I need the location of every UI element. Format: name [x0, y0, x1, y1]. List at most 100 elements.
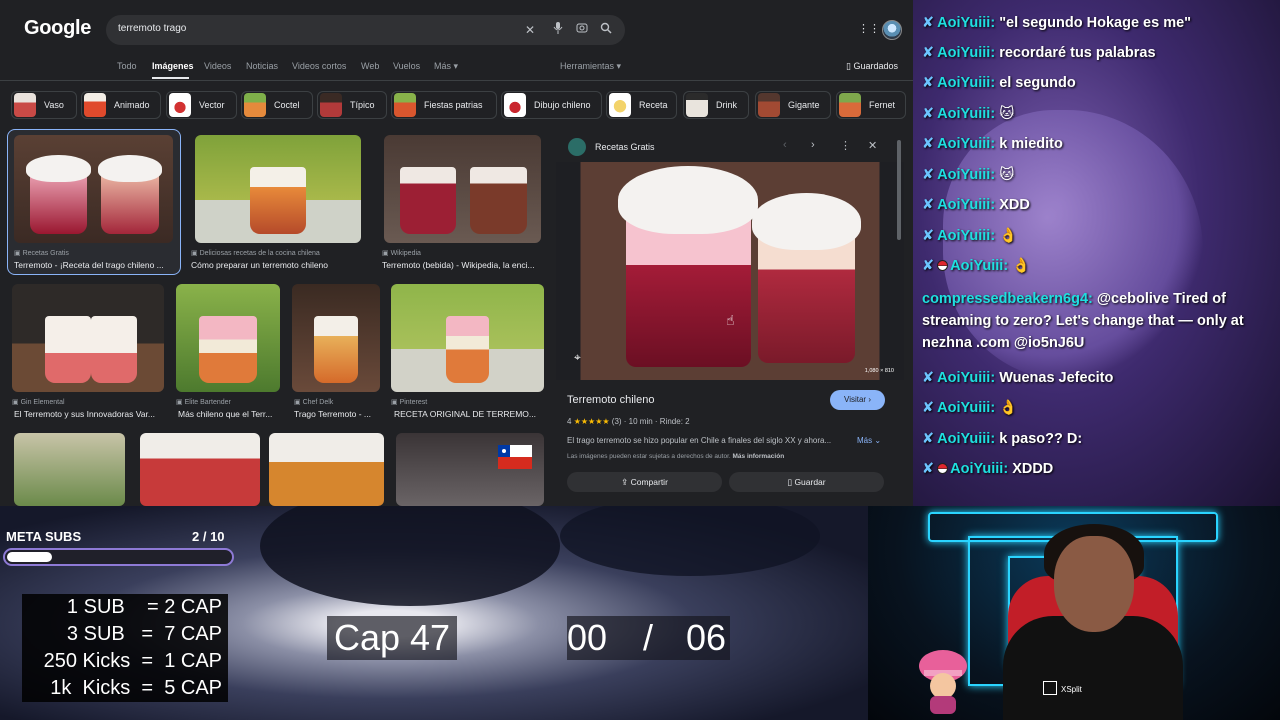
previous-icon[interactable]: ‹ [783, 139, 787, 151]
microphone-icon[interactable] [550, 22, 566, 38]
save-button[interactable]: ▯ Guardar [729, 472, 884, 492]
chip-receta[interactable]: Receta [606, 91, 677, 119]
more-options-icon[interactable]: ⋮ [840, 139, 851, 152]
result-image[interactable] [384, 135, 541, 243]
chat-message: compressedbeakern6g4: @cebolive Tired of… [922, 288, 1274, 354]
sword-badge-icon: ✘ [922, 136, 935, 152]
result-image[interactable] [195, 135, 361, 243]
chip-tipico[interactable]: Típico [317, 91, 387, 119]
chip-label: Gigante [788, 100, 820, 110]
chat-username[interactable]: AoiYuiii: [937, 431, 995, 447]
result-image[interactable] [14, 433, 125, 506]
lens-camera-icon[interactable] [574, 22, 590, 38]
result-source-text: Wikipedia [390, 250, 421, 257]
clear-icon[interactable]: ✕ [522, 22, 538, 38]
next-icon[interactable]: › [811, 139, 815, 151]
more-button[interactable]: Más ⌄ [857, 436, 881, 445]
stream-scene: META SUBS 2 / 10 1 SUB = 2 CAP 3 SUB = 7… [0, 506, 868, 720]
tab-flights[interactable]: Vuelos [393, 61, 420, 71]
sword-badge-icon: ✘ [922, 370, 935, 386]
search-icon[interactable] [598, 22, 614, 38]
result-source-text: Elite Bartender [184, 399, 231, 406]
search-box[interactable]: terremoto trago ✕ [106, 15, 625, 45]
result-image[interactable] [292, 284, 380, 392]
result-caption[interactable]: Trago Terremoto - ... [294, 409, 382, 419]
account-avatar[interactable] [882, 20, 902, 40]
chat-username[interactable]: AoiYuiii: [937, 45, 995, 61]
chat-username[interactable]: AoiYuiii: [937, 400, 995, 416]
result-image[interactable] [396, 433, 544, 506]
tab-all[interactable]: Todo [117, 61, 137, 71]
close-icon[interactable]: ✕ [868, 139, 877, 152]
result-caption[interactable]: RECETA ORIGINAL DE TERREMO... [394, 409, 544, 419]
chip-fiestas-patrias[interactable]: Fiestas patrias [391, 91, 497, 119]
saved-link[interactable]: ▯ Guardados [846, 61, 898, 72]
chip-coctel[interactable]: Coctel [241, 91, 313, 119]
sub-goal-title: META SUBS [6, 529, 82, 544]
result-image[interactable] [140, 433, 260, 506]
result-caption[interactable]: El Terremoto y sus Innovadoras Var... [14, 409, 166, 419]
lens-search-icon[interactable]: ⌖ [574, 350, 581, 365]
visit-button[interactable]: Visitar › [830, 390, 885, 410]
chip-dibujo-chileno[interactable]: Dibujo chileno [501, 91, 602, 119]
chat-username[interactable]: AoiYuiii: [937, 370, 995, 386]
sword-badge-icon: ✘ [922, 15, 935, 31]
tab-web[interactable]: Web [361, 61, 379, 71]
drink-glass [198, 316, 258, 384]
chat-username[interactable]: AoiYuiii: [950, 461, 1008, 477]
chip-drink[interactable]: Drink [683, 91, 749, 119]
drink-glass [314, 316, 358, 384]
tab-images[interactable]: Imágenes [152, 61, 194, 71]
chat-username[interactable]: AoiYuiii: [937, 75, 995, 91]
result-caption[interactable]: Más chileno que el Terr... [178, 409, 282, 419]
streamer-face [1054, 536, 1134, 632]
tools-menu[interactable]: Herramientas ▾ [560, 61, 621, 72]
result-caption[interactable]: Terremoto (bebida) - Wikipedia, la enci.… [382, 260, 542, 270]
tab-more[interactable]: Más ▾ [434, 61, 458, 72]
result-image[interactable] [269, 433, 384, 506]
share-button[interactable]: ⇪ Compartir [567, 472, 722, 492]
result-caption[interactable]: Cómo preparar un terremoto chileno [191, 260, 361, 270]
chip-vector[interactable]: Vector [166, 91, 237, 119]
chat-message: ✘ AoiYuiii: el segundo [922, 72, 1274, 94]
result-image[interactable] [14, 135, 173, 243]
search-input[interactable]: terremoto trago [118, 23, 186, 34]
more-label: Más [857, 436, 873, 445]
chip-gigante[interactable]: Gigante [755, 91, 831, 119]
chile-flag-icon [498, 445, 532, 469]
image-preview-pane: Recetas Gratis ‹ › ⋮ ✕ ⌖ ☝ 1,080 × 810 T… [556, 130, 904, 496]
chat-message: ✘ AoiYuiii: recordaré tus palabras [922, 42, 1274, 64]
result-image[interactable] [12, 284, 164, 392]
result-image[interactable] [391, 284, 544, 392]
tab-news[interactable]: Noticias [246, 61, 278, 71]
chip-fernet[interactable]: Fernet [836, 91, 906, 119]
sword-badge-icon: ✘ [922, 75, 935, 91]
chip-label: Típico [350, 100, 375, 110]
preview-source[interactable]: Recetas Gratis [595, 142, 655, 152]
tab-videos[interactable]: Videos [204, 61, 231, 71]
chat-username[interactable]: AoiYuiii: [937, 136, 995, 152]
drink-glass [446, 316, 489, 384]
chat-username[interactable]: AoiYuiii: [937, 15, 995, 31]
chat-username[interactable]: AoiYuiii: [937, 106, 995, 122]
chat-username[interactable]: AoiYuiii: [950, 258, 1008, 274]
apps-grid-icon[interactable]: ⋮⋮⋮ [858, 23, 891, 35]
rights-link[interactable]: Más información [733, 453, 785, 460]
chat-username[interactable]: compressedbeakern6g4: [922, 291, 1093, 307]
xsplit-icon [1043, 681, 1057, 695]
tab-short-videos[interactable]: Videos cortos [292, 61, 346, 71]
chat-username[interactable]: AoiYuiii: [937, 167, 995, 183]
google-logo[interactable]: Google [24, 17, 91, 40]
chip-vaso[interactable]: Vaso [11, 91, 77, 119]
preview-scrollbar[interactable] [897, 140, 901, 240]
chat-username[interactable]: AoiYuiii: [937, 197, 995, 213]
chip-animado[interactable]: Animado [81, 91, 161, 119]
result-source: ▣ Deliciosas recetas de la cocina chilen… [191, 250, 320, 257]
preview-image[interactable]: ⌖ ☝ [556, 162, 904, 380]
result-caption[interactable]: Terremoto - ¡Receta del trago chileno ..… [14, 260, 174, 270]
xsplit-label: XSplit [1061, 685, 1082, 694]
xsplit-watermark: XSplit [1043, 681, 1082, 695]
result-image[interactable] [176, 284, 280, 392]
chat-username[interactable]: AoiYuiii: [937, 228, 995, 244]
preview-title[interactable]: Terremoto chileno [567, 394, 654, 406]
